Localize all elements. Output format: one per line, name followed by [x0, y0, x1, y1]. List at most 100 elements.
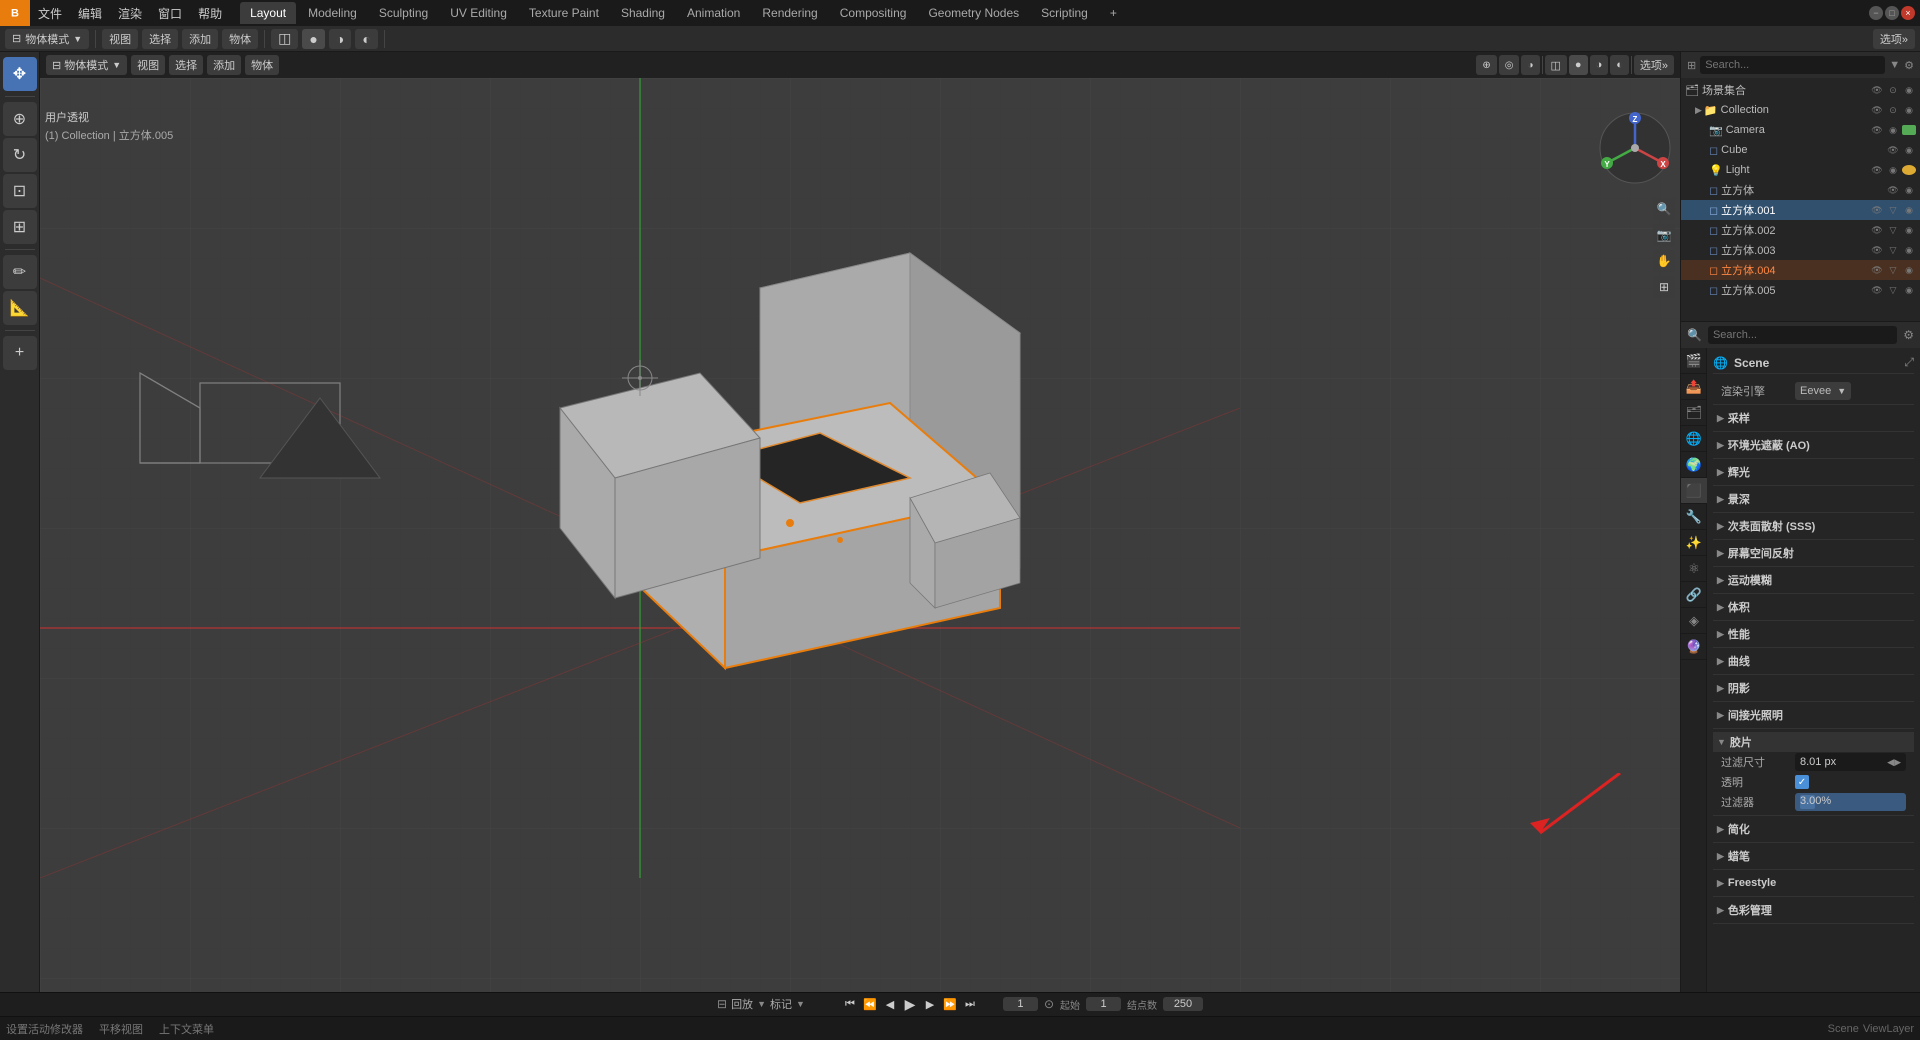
nav-gizmo[interactable]: Z X Y — [1595, 108, 1675, 188]
menu-edit[interactable]: 编辑 — [70, 0, 110, 26]
props-tab-material[interactable]: 🔮 — [1681, 634, 1707, 660]
shading-material[interactable]: ◑ — [329, 29, 351, 49]
outliner-item-cube004[interactable]: ◻ 立方体.004 👁 ▽ ◉ — [1681, 260, 1920, 280]
outliner-search[interactable] — [1700, 56, 1885, 74]
render-icon[interactable]: ◉ — [1902, 83, 1916, 97]
section-curves-header[interactable]: ▶ 曲线 — [1713, 651, 1914, 671]
shading-solid[interactable]: ● — [302, 29, 324, 49]
props-tab-data[interactable]: ◈ — [1681, 608, 1707, 634]
menu-render[interactable]: 渲染 — [110, 0, 150, 26]
outliner-item-cube001[interactable]: ◻ 立方体.001 👁 ▽ ◉ — [1681, 200, 1920, 220]
vp-shading-solid[interactable]: ● — [1569, 55, 1588, 75]
maximize-button[interactable]: □ — [1885, 6, 1899, 20]
filter-icon-cube005[interactable]: ▽ — [1886, 283, 1900, 297]
section-shadows-header[interactable]: ▶ 阴影 — [1713, 678, 1914, 698]
tab-animation[interactable]: Animation — [677, 2, 750, 24]
vp-shading-rendered[interactable]: ◐ — [1610, 55, 1629, 75]
eye-icon-cube004[interactable]: 👁 — [1870, 263, 1884, 277]
props-settings-icon[interactable]: ⚙ — [1903, 328, 1914, 342]
menu-window[interactable]: 窗口 — [150, 0, 190, 26]
eye-icon-light[interactable]: 👁 — [1870, 163, 1884, 177]
section-simplify-header[interactable]: ▶ 简化 — [1713, 819, 1914, 839]
section-freestyle-header[interactable]: ▶ Freestyle — [1713, 873, 1914, 893]
prev-frame-button[interactable]: ◀ — [881, 995, 899, 1013]
tab-shading[interactable]: Shading — [611, 2, 675, 24]
next-frame-button[interactable]: ▶ — [921, 995, 939, 1013]
section-indirect-light-header[interactable]: ▶ 间接光照明 — [1713, 705, 1914, 725]
render-icon-cube[interactable]: ◉ — [1902, 143, 1916, 157]
section-ssr-header[interactable]: ▶ 屏幕空间反射 — [1713, 543, 1914, 563]
vp-object-menu[interactable]: 物体 — [245, 55, 279, 75]
outliner-filter-icon[interactable]: ▼ — [1889, 59, 1900, 71]
render-icon-cube2[interactable]: ◉ — [1902, 183, 1916, 197]
jump-end-button[interactable]: ⏭ — [961, 995, 979, 1013]
scene-expand-icon[interactable]: ⤢ — [1904, 355, 1914, 370]
filter-size-value[interactable]: 8.01 px ◀▶ — [1795, 753, 1906, 771]
tool-extra[interactable]: + — [3, 336, 37, 370]
start-frame-input[interactable] — [1086, 997, 1121, 1011]
add-menu[interactable]: 添加 — [182, 29, 218, 49]
current-frame-input[interactable] — [1003, 997, 1038, 1011]
tab-compositing[interactable]: Compositing — [830, 2, 917, 24]
filter-icon-cube001[interactable]: ▽ — [1886, 203, 1900, 217]
vp-add-menu[interactable]: 添加 — [207, 55, 241, 75]
zoom-in-button[interactable]: 🔍 — [1653, 198, 1675, 220]
outliner-item-cube[interactable]: ◻ Cube 👁 ◉ — [1681, 140, 1920, 160]
render-icon-col[interactable]: ◉ — [1902, 103, 1916, 117]
select-menu[interactable]: 选择 — [142, 29, 178, 49]
eye-icon-cube001[interactable]: 👁 — [1870, 203, 1884, 217]
section-color-mgmt-header[interactable]: ▶ 色彩管理 — [1713, 900, 1914, 920]
props-tab-physics[interactable]: ⚛ — [1681, 556, 1707, 582]
tool-annotate[interactable]: ✏ — [3, 255, 37, 289]
viewport-canvas[interactable]: 用户透视 (1) Collection | 立方体.005 Z X Y — [40, 78, 1680, 1016]
outliner-settings-icon[interactable]: ⚙ — [1904, 59, 1914, 72]
timeline-view-label[interactable]: 回放 — [731, 996, 753, 1012]
render-icon-cube003[interactable]: ◉ — [1902, 243, 1916, 257]
vp-options[interactable]: 选项» — [1634, 55, 1674, 75]
section-sampling-header[interactable]: ▶ 采样 — [1713, 408, 1914, 428]
section-wax-pencil-header[interactable]: ▶ 蜡笔 — [1713, 846, 1914, 866]
section-film-header[interactable]: ▼ 胶片 — [1713, 732, 1914, 752]
vp-view-menu[interactable]: 视图 — [131, 55, 165, 75]
vp-gizmo-toggle[interactable]: ⊕ — [1476, 55, 1496, 75]
mode-select-dropdown[interactable]: ⊟ 物体模式 ▼ — [5, 29, 89, 49]
tool-measure[interactable]: 📐 — [3, 291, 37, 325]
outliner-item-立方体[interactable]: ◻ 立方体 👁 ◉ — [1681, 180, 1920, 200]
outliner-item-scene-collection[interactable]: 🗂 场景集合 👁 ⊙ ◉ — [1681, 80, 1920, 100]
vp-overlay-toggle[interactable]: ◎ — [1499, 55, 1520, 75]
tool-transform[interactable]: ⊞ — [3, 210, 37, 244]
props-tab-view-layer[interactable]: 🗂 — [1681, 400, 1707, 426]
tool-scale[interactable]: ⊡ — [3, 174, 37, 208]
end-frame-input[interactable] — [1163, 997, 1203, 1011]
tab-scripting[interactable]: Scripting — [1031, 2, 1098, 24]
section-motion-blur-header[interactable]: ▶ 运动模糊 — [1713, 570, 1914, 590]
tab-layout[interactable]: Layout — [240, 2, 296, 24]
view-menu[interactable]: 视图 — [102, 29, 138, 49]
vp-select-menu[interactable]: 选择 — [169, 55, 203, 75]
outliner-item-collection[interactable]: ▶ 📁 Collection 👁 ⊙ ◉ — [1681, 100, 1920, 120]
section-sss-header[interactable]: ▶ 次表面散射 (SSS) — [1713, 516, 1914, 536]
render-icon-cam[interactable]: ◉ — [1886, 123, 1900, 137]
vp-shading-wireframe[interactable]: ◫ — [1545, 55, 1567, 75]
eye-icon-col[interactable]: 👁 — [1870, 103, 1884, 117]
render-icon-cube001[interactable]: ◉ — [1902, 203, 1916, 217]
outliner-item-cube005[interactable]: ◻ 立方体.005 👁 ▽ ◉ — [1681, 280, 1920, 300]
section-ao-header[interactable]: ▶ 环境光遮蔽 (AO) — [1713, 435, 1914, 455]
hand-tool-button[interactable]: ✋ — [1653, 250, 1675, 272]
tab-modeling[interactable]: Modeling — [298, 2, 367, 24]
props-tab-render[interactable]: 🎬 — [1681, 348, 1707, 374]
eye-icon-cube005[interactable]: 👁 — [1870, 283, 1884, 297]
transparent-checkbox[interactable]: ✓ — [1795, 775, 1809, 789]
shading-wireframe[interactable]: ◫ — [271, 29, 298, 49]
render-engine-dropdown[interactable]: Eevee ▼ — [1795, 382, 1851, 400]
tab-geometry-nodes[interactable]: Geometry Nodes — [918, 2, 1029, 24]
props-tab-particles[interactable]: ✨ — [1681, 530, 1707, 556]
minimize-button[interactable]: − — [1869, 6, 1883, 20]
props-tab-scene[interactable]: 🌐 — [1681, 426, 1707, 452]
outliner-item-cube003[interactable]: ◻ 立方体.003 👁 ▽ ◉ — [1681, 240, 1920, 260]
play-button[interactable]: ▶ — [901, 995, 919, 1013]
shading-rendered[interactable]: ◐ — [355, 29, 377, 49]
viewport[interactable]: ⊟ 物体模式 ▼ 视图 选择 添加 物体 ⊕ ◎ ◑ ◫ ● ◑ ◐ 选项» — [40, 52, 1680, 1016]
section-bloom-header[interactable]: ▶ 辉光 — [1713, 462, 1914, 482]
eye-icon-cube002[interactable]: 👁 — [1870, 223, 1884, 237]
